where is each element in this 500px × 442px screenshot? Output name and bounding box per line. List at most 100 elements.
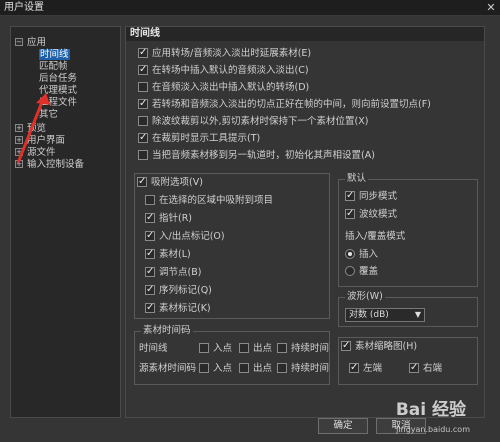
option-label: 若转场和音频淡入淡出的切点正好在帧的中间，则向前设置切点(F) (152, 99, 431, 110)
checkbox[interactable] (145, 283, 155, 297)
checkbox[interactable] (199, 363, 209, 373)
option-label: 除波纹裁剪以外,剪切素材时保持下一个素材位置(X) (152, 116, 369, 127)
settings-tree: − 应用 时间线 匹配帧 后台任务 代理模式 工程文件 其它 + 预览 + 用户界面 … (10, 26, 121, 418)
option-keep-next-clip[interactable]: 除波纹裁剪以外,剪切素材时保持下一个素材位置(X) (138, 115, 368, 129)
tree-item-background-tasks[interactable]: 后台任务 (39, 73, 77, 85)
option-label: 波纹模式 (359, 209, 398, 220)
option-label: 序列标记(Q) (159, 285, 212, 296)
checkbox[interactable] (239, 363, 249, 373)
checkbox[interactable] (345, 189, 355, 203)
checkbox[interactable] (145, 211, 155, 225)
source-duration[interactable]: 持续时间 (277, 362, 329, 376)
checkbox[interactable] (138, 131, 148, 145)
radio-insert[interactable]: 插入 (345, 248, 378, 262)
snap-item-sequence-marker[interactable]: 序列标记(Q) (145, 283, 212, 298)
checkbox[interactable] (145, 265, 155, 279)
option-label: 左端 (363, 363, 383, 374)
snap-options-toggle[interactable]: 吸附选项(V) (137, 175, 203, 190)
checkbox[interactable] (277, 343, 287, 353)
checkbox[interactable] (341, 339, 351, 353)
timecode-row-label: 源素材时间码 (139, 363, 197, 374)
thumbnail-right[interactable]: 右端 (409, 361, 442, 376)
checkbox[interactable] (138, 150, 148, 160)
radio-overwrite[interactable]: 覆盖 (345, 265, 378, 279)
checkbox[interactable] (277, 363, 287, 373)
snap-item-inout[interactable]: 入/出点标记(O) (145, 229, 225, 244)
checkbox[interactable] (138, 46, 148, 60)
tree-item-label: 时间线 (39, 49, 70, 60)
radio-button[interactable] (345, 266, 355, 276)
option-label: 在音频淡入淡出中插入默认的转场(D) (152, 82, 310, 93)
option-label: 入/出点标记(O) (159, 231, 225, 242)
snap-item-clip-marker[interactable]: 素材标记(K) (145, 301, 211, 316)
option-cut-point[interactable]: 若转场和音频淡入淡出的切点正好在帧的中间，则向前设置切点(F) (138, 97, 431, 112)
checkbox[interactable] (145, 229, 155, 243)
radio-button[interactable] (345, 249, 355, 259)
close-icon[interactable]: ✕ (485, 2, 497, 14)
tree-item-label: 后台任务 (39, 73, 78, 84)
option-label: 调节点(B) (159, 267, 202, 278)
default-group: 默认 同步模式 波纹模式 插入/覆盖模式 插入 覆盖 (338, 173, 478, 287)
option-label: 同步模式 (359, 191, 398, 202)
default-sync-mode[interactable]: 同步模式 (345, 189, 398, 204)
timecode-row-label: 时间线 (139, 343, 168, 354)
timeline-settings-panel: 时间线 应用转场/音频淡入淡出时延展素材(E) 在转场中插入默认的音频淡入淡出(… (125, 26, 485, 418)
checkbox[interactable] (138, 63, 148, 77)
option-label: 素材标记(K) (159, 303, 211, 314)
clip-thumbnail-group: 素材缩略图(H) 左端 右端 (338, 337, 478, 385)
option-label: 出点 (253, 363, 273, 374)
option-init-pan[interactable]: 当把音频素材移到另一轨道时，初始化其声相设置(A) (138, 149, 375, 163)
option-label: 在裁剪时显示工具提示(T) (152, 133, 261, 144)
checkbox[interactable] (145, 247, 155, 261)
thumbnail-left[interactable]: 左端 (349, 361, 383, 376)
default-ripple-mode[interactable]: 波纹模式 (345, 207, 398, 222)
snap-item-clip[interactable]: 素材(L) (145, 247, 191, 262)
option-label: 在转场中插入默认的音频淡入淡出(C) (152, 65, 309, 76)
timeline-out[interactable]: 出点 (239, 342, 272, 356)
source-out[interactable]: 出点 (239, 362, 272, 376)
checkbox[interactable] (138, 116, 148, 126)
waveform-value: 对数 (dB) (349, 310, 389, 320)
option-label: 素材(L) (159, 249, 191, 260)
snap-item-node[interactable]: 调节点(B) (145, 265, 202, 280)
ok-button[interactable]: 确定 (318, 418, 368, 434)
option-extend-clip[interactable]: 应用转场/音频淡入淡出时延展素材(E) (138, 46, 312, 61)
checkbox[interactable] (145, 195, 155, 205)
clip-timecode-group: 素材时间码 时间线 入点 出点 持续时间 源素材时间码 入点 出点 持续时间 (134, 325, 330, 385)
checkbox[interactable] (138, 82, 148, 92)
timeline-duration[interactable]: 持续时间 (277, 342, 329, 356)
insert-overwrite-label: 插入/覆盖模式 (345, 231, 406, 242)
window-title: 用户设置 (4, 2, 44, 13)
checkbox[interactable] (199, 343, 209, 353)
title-bar: 用户设置 ✕ (0, 0, 500, 16)
checkbox[interactable] (239, 343, 249, 353)
checkbox[interactable] (409, 361, 419, 375)
group-title: 素材时间码 (141, 325, 193, 337)
collapse-icon[interactable]: − (15, 38, 23, 46)
option-insert-transition[interactable]: 在音频淡入淡出中插入默认的转场(D) (138, 81, 309, 95)
snap-item-pointer[interactable]: 指针(R) (145, 211, 193, 226)
checkbox[interactable] (345, 207, 355, 221)
source-in[interactable]: 入点 (199, 362, 232, 376)
tree-item-match-frame[interactable]: 匹配帧 (39, 61, 68, 73)
option-insert-audio-fade[interactable]: 在转场中插入默认的音频淡入淡出(C) (138, 63, 309, 78)
timeline-in[interactable]: 入点 (199, 342, 232, 356)
option-trim-tooltip[interactable]: 在裁剪时显示工具提示(T) (138, 131, 261, 146)
panel-title: 时间线 (126, 27, 484, 41)
baidu-watermark-logo: Bai 经验 (395, 400, 466, 420)
tree-item-app[interactable]: − 应用 (15, 37, 46, 49)
checkbox[interactable] (138, 97, 148, 111)
checkbox[interactable] (349, 361, 359, 375)
thumbnail-toggle[interactable]: 素材缩略图(H) (341, 339, 417, 354)
snap-options-group: 吸附选项(V) 在选择的区域中吸附到项目 指针(R) 入/出点标记(O) 素材(… (134, 173, 330, 319)
tree-item-timeline[interactable]: 时间线 (39, 49, 70, 61)
snap-item-selection[interactable]: 在选择的区域中吸附到项目 (145, 194, 273, 208)
checkbox[interactable] (145, 301, 155, 315)
chevron-down-icon: ▼ (414, 310, 421, 319)
option-label: 指针(R) (159, 213, 193, 224)
watermark-url: jingyan.baidu.com (396, 425, 470, 434)
group-title: 默认 (345, 173, 369, 185)
option-label: 应用转场/音频淡入淡出时延展素材(E) (152, 48, 312, 59)
waveform-select[interactable]: 对数 (dB) ▼ (345, 308, 425, 322)
checkbox[interactable] (137, 175, 147, 189)
